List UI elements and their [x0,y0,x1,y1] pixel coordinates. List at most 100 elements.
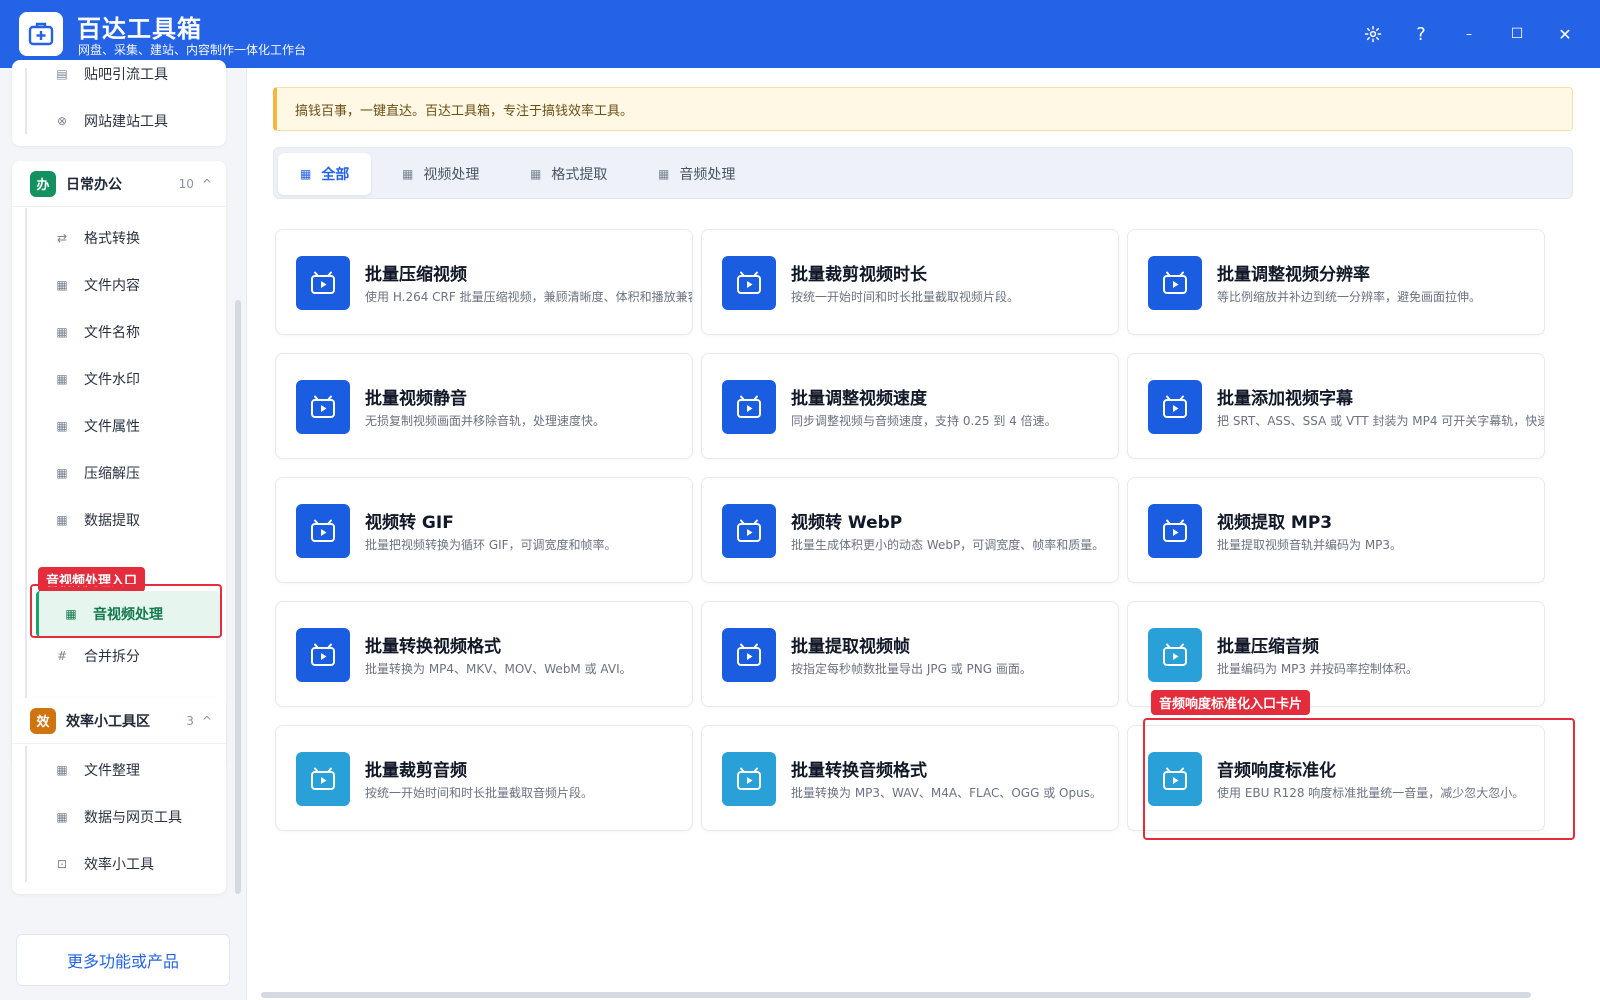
tool-card[interactable]: 批量添加视频字幕把 SRT、ASS、SSA 或 VTT 封装为 MP4 可开关字… [1127,353,1545,459]
tool-card-description: 同步调整视频与音频速度，支持 0.25 到 4 倍速。 [791,414,1057,428]
tool-card-title: 批量压缩音频 [1217,637,1319,657]
maximize-button[interactable]: ☐ [1503,20,1531,48]
toolbox-icon: ⊡ [56,857,68,871]
main-content: 搞钱百事，一键直达。百达工具箱，专注于搞钱效率工具。 ▦ 全部 ▦ 视频处理 ▦… [246,68,1600,1000]
group-count: 3 [186,713,194,728]
tool-card-description: 批量转换为 MP3、WAV、M4A、FLAC、OGG 或 Opus。 [791,786,1102,800]
grid-icon: ▦ [56,466,68,480]
tab-video[interactable]: ▦ 视频处理 [380,153,501,195]
sidebar-item-file-watermark[interactable]: ▦ 文件水印 [27,357,220,401]
more-features-button[interactable]: 更多功能或产品 [16,934,230,986]
notice-banner: 搞钱百事，一键直达。百达工具箱，专注于搞钱效率工具。 [273,87,1573,131]
sidebar: ▤ 贴吧引流工具 ⊗ 网站建站工具 办 日常办公 10 ^ ⇄ 格式转换 ▦ 文… [0,60,246,1000]
sidebar-item-label: 合并拆分 [84,649,140,665]
group-header-efficiency[interactable]: 效 效率小工具区 3 ^ [12,698,226,744]
sidebar-item-file-attributes[interactable]: ▦ 文件属性 [27,404,220,448]
tab-label: 全部 [321,167,350,183]
video-play-icon [1148,628,1202,682]
video-play-icon [722,504,776,558]
sidebar-item-tieba[interactable]: ▤ 贴吧引流工具 [27,52,220,96]
sidebar-item-label: 数据与网页工具 [84,810,182,826]
tool-card[interactable]: 批量裁剪视频时长按统一开始时间和时长批量截取视频片段。 [701,229,1119,335]
sidebar-scrollbar[interactable] [235,300,241,894]
tab-all[interactable]: ▦ 全部 [278,153,372,195]
sidebar-item-label: 文件内容 [84,278,140,294]
tool-card[interactable]: 批量裁剪音频 按统一开始时间和时长批量截取音频片段。 [275,725,693,831]
sidebar-item-compress[interactable]: ▦ 压缩解压 [27,451,220,495]
grid-icon: ▦ [56,810,68,824]
grid-icon: ▦ [658,167,670,181]
hash-icon: # [56,649,68,663]
group-title: 效率小工具区 [66,713,150,730]
grid-icon: ▦ [402,167,414,181]
tool-card-description: 使用 H.264 CRF 批量压缩视频，兼顾清晰度、体积和播放兼容性。 [365,290,693,304]
sidebar-item-data-extract[interactable]: ▦ 数据提取 [27,498,220,542]
sidebar-item-file-name[interactable]: ▦ 文件名称 [27,310,220,354]
annotation-tag-card: 音频响度标准化入口卡片 [1151,690,1311,715]
annotation-box-card [1143,718,1575,840]
efficiency-badge: 效 [30,707,56,734]
sidebar-item-label: 格式转换 [84,231,140,247]
tool-card-description: 无损复制视频画面并移除音轨，处理速度快。 [365,414,606,428]
horizontal-scrollbar[interactable] [261,992,1531,998]
tool-card[interactable]: 视频转 WebP 批量生成体积更小的动态 WebP，可调宽度、帧率和质量。 [701,477,1119,583]
video-play-icon [296,628,350,682]
close-icon: ✕ [1558,24,1572,44]
app-title: 百达工具箱 [77,15,202,43]
sidebar-item-file-content[interactable]: ▦ 文件内容 [27,263,220,307]
tool-card[interactable]: 视频提取 MP3 批量提取视频音轨并编码为 MP3。 [1127,477,1545,583]
sidebar-item-data-web[interactable]: ▦ 数据与网页工具 [27,795,220,839]
settings-button[interactable] [1359,20,1387,48]
sidebar-item-label: 数据提取 [84,513,140,529]
collapse-caret-icon[interactable]: ^ [202,714,212,728]
grid-icon: ▦ [56,763,68,777]
grid-icon: ▦ [56,419,68,433]
tool-card[interactable]: 批量视频静音 无损复制视频画面并移除音轨，处理速度快。 [275,353,693,459]
tool-card-description: 按指定每秒帧数批量导出 JPG 或 PNG 画面。 [791,662,1032,676]
sidebar-item-website[interactable]: ⊗ 网站建站工具 [27,99,220,143]
tool-card-description: 批量编码为 MP3 并按码率控制体积。 [1217,662,1418,676]
tool-card-title: 视频转 WebP [791,513,903,533]
grid-icon: ▦ [56,325,68,339]
sidebar-item-file-organize[interactable]: ▦ 文件整理 [27,748,220,792]
collapse-caret-icon[interactable]: ^ [202,177,212,191]
tool-card[interactable]: 批量压缩视频 使用 H.264 CRF 批量压缩视频，兼顾清晰度、体积和播放兼容性… [275,229,693,335]
sidebar-item-format-convert[interactable]: ⇄ 格式转换 [27,216,220,260]
tool-card-description: 按统一开始时间和时长批量截取视频片段。 [791,290,1020,304]
annotation-box-sidebar [30,584,222,638]
sidebar-item-label: 效率小工具 [84,857,154,873]
tool-card-title: 视频转 GIF [365,513,454,533]
tool-card-title: 批量调整视频分辨率 [1217,265,1370,285]
tool-card-title: 批量裁剪视频时长 [791,265,927,285]
help-button[interactable]: ? [1407,20,1435,48]
sidebar-item-merge-split[interactable]: # 合并拆分 [27,634,220,678]
sidebar-item-efficiency-tools[interactable]: ⊡ 效率小工具 [27,842,220,886]
tool-card-description: 批量把视频转换为循环 GIF，可调宽度和帧率。 [365,538,617,552]
tool-card[interactable]: 批量转换视频格式 批量转换为 MP4、MKV、MOV、WebM 或 AVI。 [275,601,693,707]
tool-card[interactable]: 视频转 GIF 批量把视频转换为循环 GIF，可调宽度和帧率。 [275,477,693,583]
tool-card-title: 批量添加视频字幕 [1217,389,1353,409]
tab-label: 视频处理 [423,167,480,183]
tool-card[interactable]: 批量提取视频帧按指定每秒帧数批量导出 JPG 或 PNG 画面。 [701,601,1119,707]
tool-card-title: 批量转换音频格式 [791,761,927,781]
video-play-icon [1148,256,1202,310]
video-play-icon [1148,380,1202,434]
tab-format-extract[interactable]: ▦ 格式提取 [508,153,629,195]
tool-card[interactable]: 批量转换音频格式批量转换为 MP3、WAV、M4A、FLAC、OGG 或 Opu… [701,725,1119,831]
video-play-icon [296,504,350,558]
document-icon: ▤ [56,67,68,81]
gear-icon [1364,25,1382,43]
tool-card-title: 批量提取视频帧 [791,637,910,657]
minimize-button[interactable]: – [1455,20,1483,48]
office-badge: 办 [30,170,56,197]
tab-label: 格式提取 [551,167,608,183]
sidebar-item-label: 贴吧引流工具 [84,67,168,83]
tool-card[interactable]: 批量调整视频分辨率 等比例缩放并补边到统一分辨率，避免画面拉伸。 [1127,229,1545,335]
video-play-icon [722,256,776,310]
close-button[interactable]: ✕ [1551,20,1579,48]
group-header-office[interactable]: 办 日常办公 10 ^ [12,161,226,207]
app-logo-icon [19,12,63,56]
tool-card[interactable]: 批量调整视频速度 同步调整视频与音频速度，支持 0.25 到 4 倍速。 [701,353,1119,459]
tab-audio[interactable]: ▦ 音频处理 [636,153,757,195]
tool-card-description: 按统一开始时间和时长批量截取音频片段。 [365,786,594,800]
